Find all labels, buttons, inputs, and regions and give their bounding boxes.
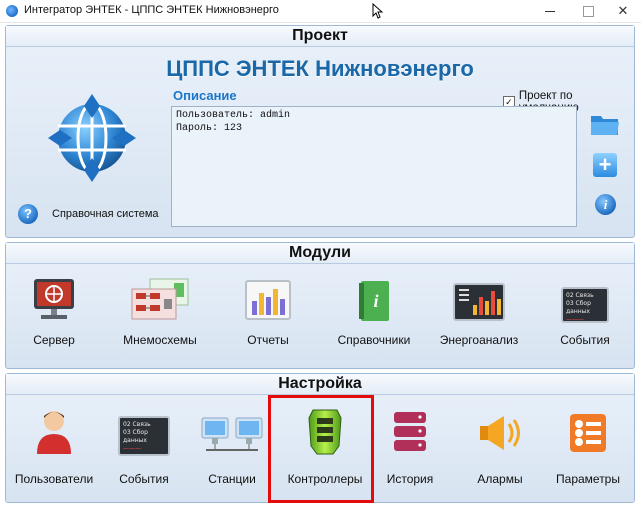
settings-label: События [119, 472, 169, 486]
mnemonic-diagram-icon [131, 278, 189, 320]
project-panel: Проект ЦППС ЭНТЕК Нижновэнерго ? Справоч… [5, 25, 635, 238]
reports-chart-icon [245, 280, 291, 320]
svg-text:i: i [373, 291, 378, 311]
mouse-cursor-icon [372, 3, 384, 19]
settings-events[interactable]: 02 Связь 03 Сбор данных ——— События [102, 408, 186, 486]
settings-history[interactable]: История [368, 408, 452, 486]
module-label: Отчеты [247, 333, 289, 347]
module-mnemonic[interactable]: Мнемосхемы [118, 275, 202, 347]
minimize-button[interactable] [532, 0, 568, 22]
settings-users[interactable]: Пользователи [12, 408, 96, 486]
settings-label: Параметры [556, 472, 620, 486]
module-label: События [560, 333, 610, 347]
events-screen-alert-line: ——— [123, 445, 141, 452]
open-folder-icon[interactable] [590, 111, 620, 137]
events-screen-line: 03 Сбор данных [566, 300, 591, 315]
modules-header: Модули [6, 243, 634, 264]
project-header: Проект [6, 26, 634, 47]
stations-icon [201, 417, 263, 451]
module-label: Энергоанализ [439, 333, 519, 347]
settings-header: Настройка [6, 374, 634, 395]
module-label: Мнемосхемы [123, 333, 197, 347]
user-icon [37, 411, 71, 454]
close-icon: ✕ [617, 3, 629, 19]
energy-analysis-icon [453, 283, 505, 321]
module-reports[interactable]: Отчеты [226, 275, 310, 347]
settings-label: Алармы [477, 472, 523, 486]
database-icon [394, 412, 426, 451]
events-monitor-icon: 02 Связь 03 Сбор данных ——— [118, 416, 170, 456]
title-bar: Интегратор ЭНТЕК - ЦППС ЭНТЕК Нижновэнер… [0, 0, 641, 23]
controllers-highlight-box [268, 395, 374, 503]
module-references[interactable]: i Справочники [332, 275, 416, 347]
minimize-icon [545, 10, 555, 12]
settings-stations[interactable]: Станции [190, 408, 274, 486]
module-events[interactable]: 02 Связь 03 Сбор данных ——— События [543, 275, 627, 347]
maximize-icon [582, 5, 594, 17]
settings-label: Станции [208, 472, 256, 486]
help-system-link[interactable]: ? Справочная система [18, 204, 159, 224]
close-button[interactable]: ✕ [605, 0, 641, 22]
module-label: Справочники [337, 333, 411, 347]
server-icon [34, 279, 74, 319]
maximize-button[interactable] [570, 0, 606, 22]
add-plus-icon[interactable]: + [593, 153, 617, 177]
description-label: Описание [173, 88, 237, 103]
events-screen-line: 02 Связь [123, 421, 151, 428]
module-label: Сервер [33, 333, 75, 347]
parameters-list-icon [570, 414, 606, 452]
description-line: Пароль: 123 [176, 123, 243, 134]
description-line: Пользователь: admin [176, 110, 291, 121]
reference-book-icon: i [359, 281, 389, 321]
module-server[interactable]: Сервер [12, 275, 96, 347]
app-icon [6, 5, 18, 17]
settings-alarms[interactable]: Алармы [458, 408, 542, 486]
events-screen-line: 02 Связь [566, 292, 594, 299]
info-icon[interactable]: i [595, 194, 616, 215]
events-monitor-icon: 02 Связь 03 Сбор данных ——— [561, 287, 609, 323]
settings-label: Пользователи [14, 472, 94, 486]
module-energy-analysis[interactable]: Энергоанализ [437, 275, 521, 347]
events-screen-alert-line: ——— [566, 316, 584, 323]
entek-globe-logo-icon [48, 94, 136, 182]
description-textarea[interactable]: Пользователь: admin Пароль: 123 [171, 106, 577, 227]
modules-panel: Модули Сервер Мнемосхемы Отчеты i Справо… [5, 242, 635, 369]
help-question-icon: ? [18, 204, 38, 224]
window-title: Интегратор ЭНТЕК - ЦППС ЭНТЕК Нижновэнер… [24, 4, 279, 16]
events-screen-line: 03 Сбор данных [123, 429, 148, 444]
settings-parameters[interactable]: Параметры [546, 408, 630, 486]
project-name: ЦППС ЭНТЕК Нижновэнерго [166, 56, 474, 81]
alarm-horn-icon [480, 416, 520, 450]
help-system-label: Справочная система [52, 208, 159, 220]
settings-label: История [386, 472, 434, 486]
